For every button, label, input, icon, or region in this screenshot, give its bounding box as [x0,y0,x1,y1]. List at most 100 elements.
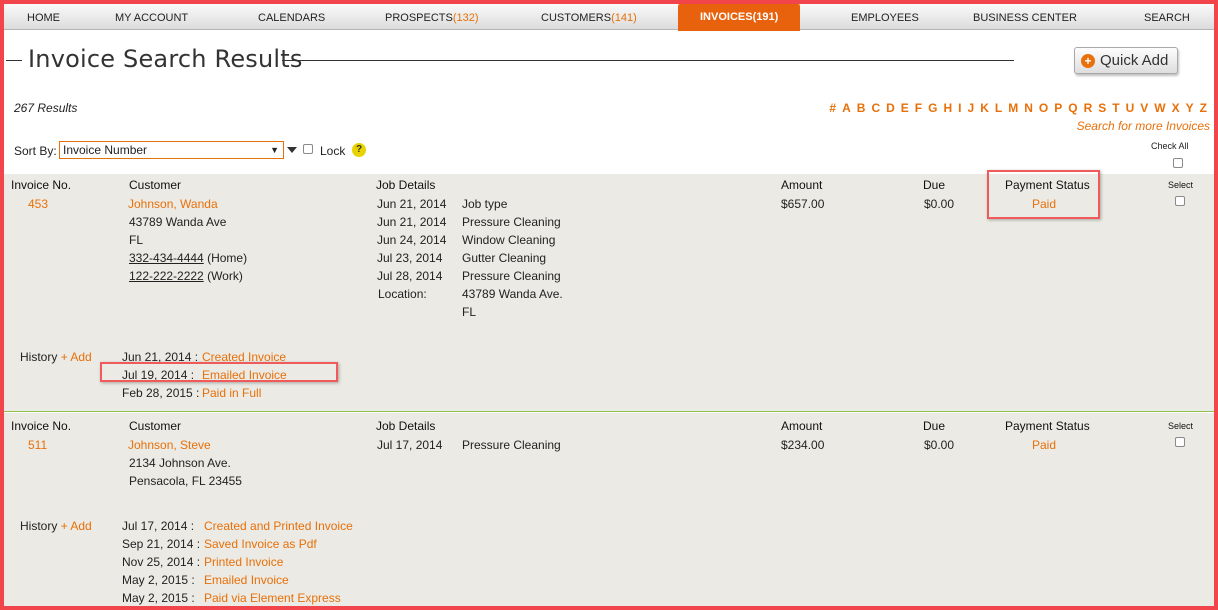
job-date: Jun 24, 2014 [377,233,447,247]
job-type: Pressure Cleaning [462,215,561,229]
phone-number-link[interactable]: 332-434-4444 [129,251,204,265]
history-add-link[interactable]: + Add [61,519,92,533]
history-label: History + Add [20,519,92,533]
nav-calendars[interactable]: CALENDARS [258,4,325,30]
alpha-letter-link[interactable]: P [1051,101,1065,115]
history-date: May 2, 2015 : [122,591,195,605]
history-event-link[interactable]: Created Invoice [202,350,286,364]
alpha-letter-link[interactable]: N [1021,101,1036,115]
alpha-letter-link[interactable]: M [1005,101,1021,115]
alpha-letter-link[interactable]: T [1109,101,1122,115]
nav-home[interactable]: HOME [27,4,60,30]
job-date: Jul 23, 2014 [377,251,443,265]
sort-direction-icon[interactable] [287,147,297,153]
alphabet-filter: # A B C D E F G H I J K L M N O P Q R S T U V W X Y Z [826,101,1210,115]
select-arrow-icon: ▼ [270,145,279,155]
select-checkbox[interactable] [1175,196,1185,206]
history-event-link[interactable]: Paid in Full [202,386,261,400]
record-divider [4,411,1214,412]
alpha-letter-link[interactable]: I [955,101,964,115]
customer-city: Pensacola, FL 23455 [129,474,242,488]
check-all-checkbox[interactable] [1173,158,1183,168]
nav-customers[interactable]: CUSTOMERS(141) [541,4,637,30]
lock-checkbox[interactable] [303,144,313,154]
history-label: History + Add [20,350,92,364]
title-rule-right [282,60,1014,61]
location-label: Location: [378,287,427,301]
quick-add-button[interactable]: + Quick Add [1074,47,1178,74]
nav-employees[interactable]: EMPLOYEES [851,4,919,30]
customer-name-link[interactable]: Johnson, Wanda [128,197,218,211]
col-header-payment-status: Payment Status [1005,419,1090,433]
alpha-letter-link[interactable]: U [1123,101,1138,115]
alpha-letter-link[interactable]: J [965,101,978,115]
alpha-letter-link[interactable]: C [868,101,883,115]
phone-type: (Home) [207,251,248,265]
sort-select[interactable]: Invoice Number ▼ [59,141,284,159]
alpha-letter-link[interactable]: Q [1065,101,1080,115]
nav-prospects-label: PROSPECTS [385,12,453,24]
page-title: Invoice Search Results [28,45,303,73]
alpha-letter-link[interactable]: D [883,101,898,115]
history-event-link[interactable]: Created and Printed Invoice [204,519,353,533]
col-header-customer: Customer [129,178,182,192]
alpha-letter-link[interactable]: K [977,101,992,115]
nav-business-center-label: BUSINESS CENTER [973,12,1077,24]
alpha-letter-link[interactable]: X [1169,101,1183,115]
history-date: Jul 19, 2014 : [122,368,195,382]
nav-customers-label: CUSTOMERS [541,12,612,24]
col-header-select: Select [1168,180,1194,190]
sort-selected-value: Invoice Number [63,143,148,157]
alpha-letter-link[interactable]: A [839,101,854,115]
alpha-letter-link[interactable]: S [1095,101,1109,115]
nav-invoices-label: INVOICES [700,11,753,23]
alpha-letter-link[interactable]: # [826,101,839,115]
results-count: 267 Results [14,101,78,115]
alpha-letter-link[interactable]: F [912,101,925,115]
alpha-letter-link[interactable]: E [898,101,912,115]
help-icon[interactable]: ? [352,143,366,157]
alpha-letter-link[interactable]: R [1081,101,1096,115]
invoice-record: Invoice No. Customer Job Details Amount … [4,174,1214,411]
customer-name-link[interactable]: Johnson, Steve [128,438,211,452]
col-header-payment-status: Payment Status [1005,178,1090,192]
history-event-link[interactable]: Paid via Element Express [204,591,341,605]
history-event-link[interactable]: Saved Invoice as Pdf [204,537,317,551]
history-event-link[interactable]: Emailed Invoice [204,573,289,587]
alpha-letter-link[interactable]: Y [1183,101,1197,115]
job-type: Pressure Cleaning [462,438,561,452]
alpha-letter-link[interactable]: G [925,101,940,115]
history-add-link[interactable]: + Add [61,350,92,364]
job-type: Window Cleaning [462,233,556,247]
alpha-letter-link[interactable]: L [992,101,1005,115]
invoice-number-link[interactable]: 453 [28,197,48,211]
nav-invoices[interactable]: INVOICES(191) [678,3,801,31]
history-date: Nov 25, 2014 : [122,555,201,569]
customer-address: 43789 Wanda Ave [129,215,227,229]
nav-business-center[interactable]: BUSINESS CENTER [973,4,1077,30]
history-event-link[interactable]: Emailed Invoice [202,368,287,382]
nav-employees-label: EMPLOYEES [851,12,919,24]
due-value: $0.00 [924,197,955,211]
history-date: Sep 21, 2014 : [122,537,201,551]
history-event-link[interactable]: Printed Invoice [204,555,283,569]
select-checkbox[interactable] [1175,437,1185,447]
phone-number-link[interactable]: 122-222-2222 [129,269,204,283]
alpha-letter-link[interactable]: Z [1197,101,1210,115]
nav-my-account[interactable]: MY ACCOUNT [115,4,188,30]
nav-search[interactable]: SEARCH [1144,4,1190,30]
history-label-text: History [20,519,58,533]
nav-prospects[interactable]: PROSPECTS(132) [385,4,479,30]
nav-customers-count: (141) [611,12,637,24]
search-more-invoices-link[interactable]: Search for more Invoices [1077,119,1210,133]
history-date: Jun 21, 2014 : [122,350,199,364]
invoice-number-link[interactable]: 511 [28,438,47,452]
alpha-letter-link[interactable]: H [940,101,955,115]
nav-home-label: HOME [27,12,60,24]
alpha-letter-link[interactable]: V [1137,101,1151,115]
due-value: $0.00 [924,438,955,452]
alpha-letter-link[interactable]: B [854,101,869,115]
alpha-letter-link[interactable]: O [1036,101,1051,115]
job-date: Jul 28, 2014 [377,269,443,283]
alpha-letter-link[interactable]: W [1151,101,1168,115]
